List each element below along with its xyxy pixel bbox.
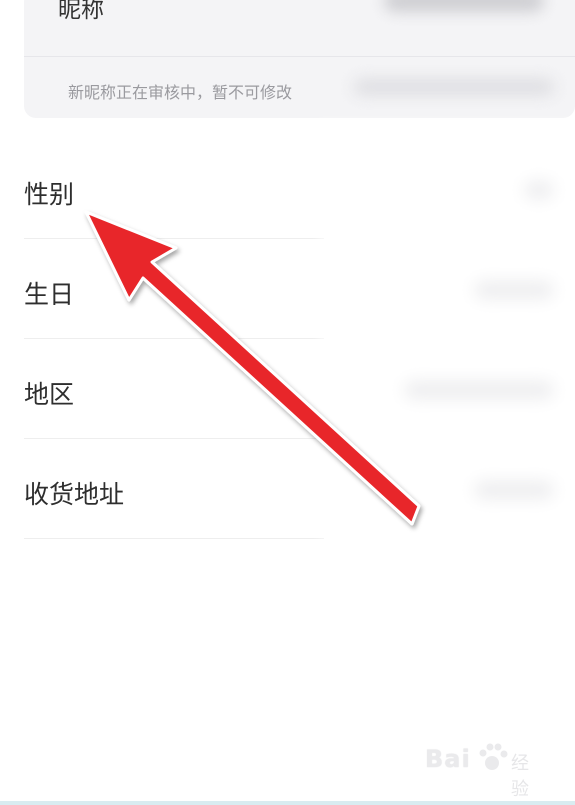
- paw-logo-icon: [479, 743, 508, 770]
- watermark-suffix: 经验: [511, 753, 529, 800]
- red-arrow-annotation-icon: [84, 210, 421, 526]
- baidu-jingyan-watermark: Bai 经验: [425, 735, 545, 800]
- bottom-edge-bar: [0, 801, 575, 805]
- watermark-brand: Bai: [425, 745, 471, 773]
